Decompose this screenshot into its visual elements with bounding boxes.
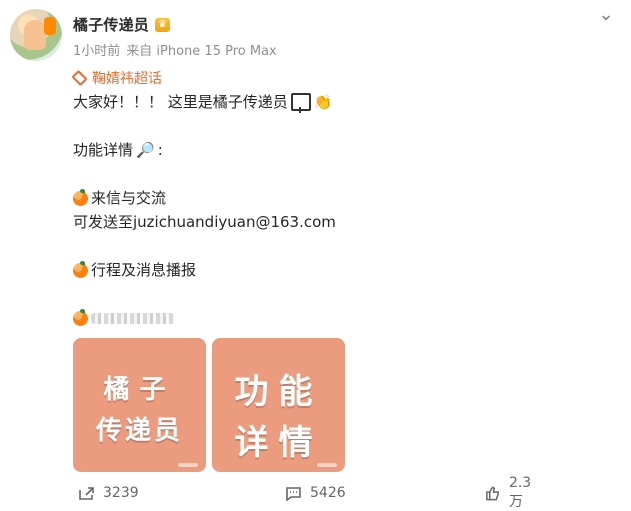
vip-crown-icon: ♛ <box>155 17 171 32</box>
action-bar: 3239 5426 2.3万 <box>73 475 543 510</box>
image-title-line2: 传递员 <box>95 416 183 446</box>
contact-title-line: 来信与交流 <box>73 186 593 210</box>
comment-icon <box>286 486 301 501</box>
greeting-text: 大家好！！！ 这里是橘子传递员 <box>73 93 288 111</box>
watermark <box>178 463 198 467</box>
orange-emoji-icon <box>73 260 88 278</box>
author-name[interactable]: 橘子传递员 <box>73 14 149 35</box>
diamond-icon <box>71 69 88 87</box>
schedule-text: 行程及消息播报 <box>91 261 197 279</box>
comment-count: 5426 <box>310 485 346 501</box>
topic-label: 鞠婧祎超话 <box>92 71 162 87</box>
email-text: 可发送至juzichuandiyuan@163.com <box>73 213 336 231</box>
image-grid: 橘子 传递员 功能 详情 <box>73 338 345 472</box>
feature-colon: : <box>157 141 163 159</box>
avatar-orange-accessory <box>44 17 56 35</box>
author-row: 橘子传递员 ♛ <box>73 14 171 35</box>
magnifier-emoji-icon: 🔎 <box>136 141 155 159</box>
avatar[interactable] <box>10 9 62 61</box>
post-body: 大家好！！！ 这里是橘子传递员 👏 功能详情 🔎 : 来信与交流 可发送至juz… <box>73 90 593 330</box>
schedule-line: 行程及消息播报 <box>73 258 593 282</box>
image-title-line2: 详情 <box>234 423 323 463</box>
like-count: 2.3万 <box>508 475 532 510</box>
watermark <box>317 463 337 467</box>
blurred-text <box>91 312 174 324</box>
post-time: 1小时前 <box>73 44 121 59</box>
like-action[interactable]: 2.3万 <box>485 475 543 511</box>
share-icon <box>79 486 94 500</box>
sign-emoji-icon <box>290 93 311 113</box>
feature-text: 功能详情 <box>73 141 134 159</box>
contact-title: 来信与交流 <box>91 189 167 207</box>
like-icon <box>486 485 499 500</box>
orange-emoji-icon <box>73 308 88 326</box>
chevron-down-icon[interactable]: ⌄ <box>597 6 615 24</box>
weibo-post-card: 橘子传递员 ♛ ⌄ 1小时前 来自 iPhone 15 Pro Max 鞠婧祎超… <box>0 0 631 510</box>
image-card-orange-messenger[interactable]: 橘子 传递员 <box>73 338 206 472</box>
post-meta: 1小时前 来自 iPhone 15 Pro Max <box>73 40 277 59</box>
image-title-line1: 功能 <box>234 372 323 412</box>
share-count: 3239 <box>103 485 139 501</box>
avatar-person-shape <box>24 20 46 50</box>
orange-emoji-icon <box>73 188 88 206</box>
greeting-line: 大家好！！！ 这里是橘子传递员 👏 <box>73 90 593 114</box>
image-title-line1: 橘子 <box>103 375 176 405</box>
blurred-line <box>73 306 593 330</box>
topic-link[interactable]: 鞠婧祎超话 <box>71 68 162 88</box>
feature-line: 功能详情 🔎 : <box>73 138 593 162</box>
comment-action[interactable]: 5426 <box>285 485 346 501</box>
clap-emoji-icon: 👏 <box>313 93 333 111</box>
email-line: 可发送至juzichuandiyuan@163.com <box>73 210 593 234</box>
share-action[interactable]: 3239 <box>78 485 139 501</box>
image-card-feature-details[interactable]: 功能 详情 <box>212 338 345 472</box>
post-source: 来自 iPhone 15 Pro Max <box>126 44 277 59</box>
